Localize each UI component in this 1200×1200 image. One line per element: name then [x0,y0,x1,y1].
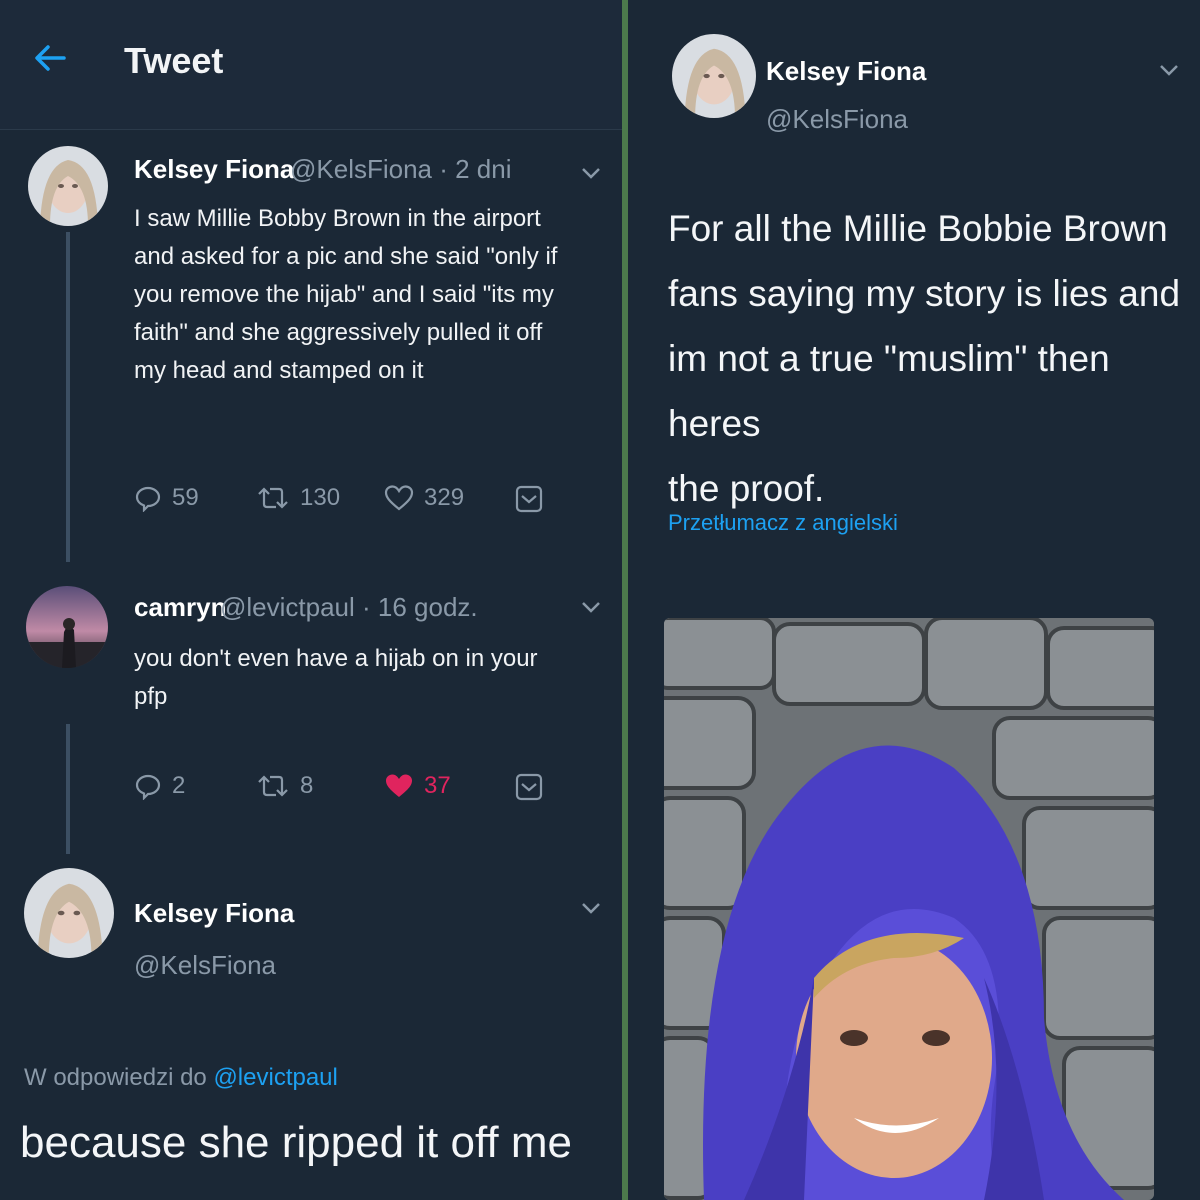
focused-tweet-text: because she ripped it off me [20,1118,572,1167]
tweet-line: pfp [134,683,168,710]
tweet-line: and asked for a pic and she said "only i… [134,243,558,270]
heart-icon [384,485,414,511]
attached-photo[interactable] [664,618,1154,1200]
author-handle-time[interactable]: @KelsFiona · 2 dni [290,154,512,185]
thread-connector-line [66,724,70,854]
author-name[interactable]: camryn [134,592,227,623]
share-envelope-icon [515,773,543,801]
retweet-icon [258,487,288,509]
tweet-line: my head and stamped on it [134,357,424,384]
retweet-button[interactable]: 130 [256,484,340,512]
share-button[interactable] [514,772,554,802]
chevron-down-icon[interactable] [580,900,602,916]
tweet-line: im not a true "muslim" then heres [668,338,1110,444]
tweet-line: you don't even have a hijab on in your [134,645,538,672]
photo-image [664,618,1154,1200]
avatar-photo-icon [28,146,108,226]
retweet-icon [258,775,288,797]
author-name[interactable]: Kelsey Fiona [134,154,294,185]
thread-connector-line [66,232,70,562]
avatar-photo-icon [26,586,108,668]
tweet-body: I saw Millie Bobby Brown in the airport … [134,200,604,390]
avatar-photo-icon [672,34,756,118]
translate-link[interactable]: Przetłumacz z angielski [668,510,898,536]
tweet-line: you remove the hijab" and I said "its my [134,281,554,308]
reply-prefix: W odpowiedzi do [24,1064,214,1091]
reply-context: W odpowiedzi do @levictpaul [24,1064,338,1092]
reply-button[interactable]: 2 [134,772,185,800]
author-name[interactable]: Kelsey Fiona [134,898,294,929]
avatar[interactable] [26,586,108,668]
author-name[interactable]: Kelsey Fiona [766,56,926,87]
retweet-count: 8 [300,772,314,799]
heart-filled-icon [386,774,412,797]
reply-icon [135,774,161,800]
left-thread-panel: Tweet Kelsey Fiona @KelsFiona · 2 dni I … [0,0,622,1200]
tweet-header: Tweet [0,0,622,130]
tweet-line: I saw Millie Bobby Brown in the airport [134,205,541,232]
back-arrow-icon[interactable] [30,38,70,78]
reply-count: 59 [172,484,199,511]
right-tweet-panel: Kelsey Fiona @KelsFiona For all the Mill… [628,0,1200,1200]
reply-count: 2 [172,772,186,799]
reply-button[interactable]: 59 [134,484,199,512]
share-envelope-icon [515,485,543,513]
chevron-down-icon[interactable] [1158,62,1180,78]
tweet-body: you don't even have a hijab on in your p… [134,640,604,716]
avatar[interactable] [24,868,114,958]
like-button-active[interactable]: 37 [384,772,451,800]
tweet-line: For all the Millie Bobbie Brown [668,208,1168,249]
chevron-down-icon[interactable] [580,599,602,615]
retweet-count: 130 [300,484,341,511]
avatar[interactable] [672,34,756,118]
tweet-body: For all the Millie Bobbie Brown fans say… [668,196,1188,521]
share-button[interactable] [514,484,554,514]
avatar-photo-icon [24,868,114,958]
retweet-button[interactable]: 8 [256,772,313,800]
author-handle[interactable]: @KelsFiona [766,104,908,135]
like-count: 329 [424,484,465,511]
chevron-down-icon[interactable] [580,165,602,181]
author-handle-time[interactable]: @levictpaul · 16 godz. [220,592,478,623]
like-count: 37 [424,772,451,799]
avatar[interactable] [28,146,108,226]
tweet-line: faith" and she aggressively pulled it of… [134,319,543,346]
author-handle[interactable]: @KelsFiona [134,950,276,981]
reply-icon [135,486,161,512]
reply-handle-link[interactable]: @levictpaul [213,1064,337,1091]
page-title: Tweet [124,40,224,81]
like-button[interactable]: 329 [384,484,464,512]
tweet-line: fans saying my story is lies and [668,273,1181,314]
